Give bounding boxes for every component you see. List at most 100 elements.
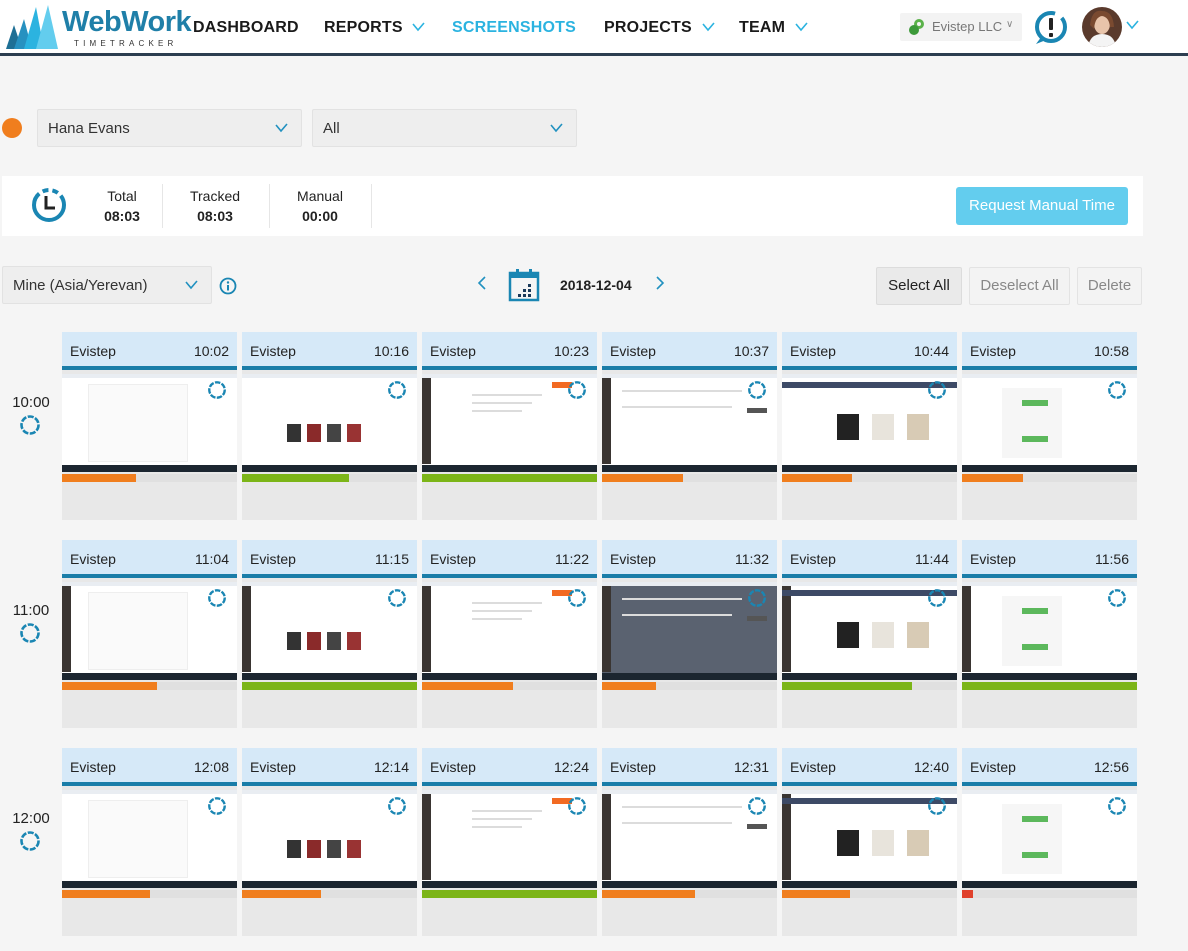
activity-bar bbox=[422, 474, 597, 482]
deselect-all-button[interactable]: Deselect All bbox=[969, 267, 1070, 305]
screenshot-card[interactable]: Evistep 12:08 bbox=[62, 748, 237, 936]
screenshot-thumbnail[interactable] bbox=[962, 790, 1137, 888]
company-switcher[interactable]: Evistep LLC ∨ bbox=[900, 13, 1022, 41]
screenshot-card-header: Evistep 10:37 bbox=[602, 332, 777, 370]
activity-bar bbox=[422, 682, 597, 690]
select-all-button[interactable]: Select All bbox=[876, 267, 962, 305]
logo-mark-icon bbox=[6, 5, 58, 49]
screenshot-thumbnail[interactable] bbox=[242, 374, 417, 472]
thumbnail-browser-tabs bbox=[62, 790, 237, 794]
notification-alert-icon[interactable] bbox=[1032, 10, 1068, 46]
activity-bar bbox=[242, 682, 417, 690]
screenshot-card[interactable]: Evistep 12:40 bbox=[782, 748, 957, 936]
logo-title: WebWork bbox=[62, 6, 192, 38]
screenshot-time: 10:44 bbox=[913, 343, 949, 359]
thumbnail-browser-tabs bbox=[422, 790, 597, 794]
top-navbar: WebWork TIMETRACKER DASHBOARD REPORTS SC… bbox=[0, 0, 1188, 56]
chevron-down-icon: ∨ bbox=[1006, 19, 1014, 30]
screenshot-card[interactable]: Evistep 11:22 bbox=[422, 540, 597, 728]
nav-reports[interactable]: REPORTS bbox=[324, 19, 426, 37]
screenshot-card[interactable]: Evistep 10:02 bbox=[62, 332, 237, 520]
divider bbox=[162, 184, 163, 228]
screenshot-thumbnail[interactable] bbox=[602, 582, 777, 680]
screenshot-thumbnail[interactable] bbox=[62, 790, 237, 888]
screenshot-thumbnail[interactable] bbox=[602, 374, 777, 472]
screenshot-thumbnail[interactable] bbox=[242, 582, 417, 680]
request-manual-time-button[interactable]: Request Manual Time bbox=[956, 187, 1128, 225]
screenshot-thumbnail[interactable] bbox=[422, 582, 597, 680]
activity-bar-fill bbox=[422, 890, 597, 898]
info-icon[interactable] bbox=[219, 277, 237, 295]
current-date[interactable]: 2018-12-04 bbox=[560, 277, 632, 293]
screenshot-card[interactable]: Evistep 11:44 bbox=[782, 540, 957, 728]
screenshot-card[interactable]: Evistep 11:15 bbox=[242, 540, 417, 728]
screenshot-thumbnail[interactable] bbox=[422, 374, 597, 472]
screenshot-thumbnail[interactable] bbox=[602, 790, 777, 888]
thumbnail-taskbar bbox=[62, 673, 237, 680]
activity-bar bbox=[62, 890, 237, 898]
screenshot-card[interactable]: Evistep 10:23 bbox=[422, 332, 597, 520]
chevron-down-icon[interactable] bbox=[1126, 20, 1140, 30]
thumbnail-browser-tabs bbox=[962, 582, 1137, 586]
screenshot-card-header: Evistep 11:15 bbox=[242, 540, 417, 578]
chevron-down-icon bbox=[185, 280, 198, 290]
user-select[interactable]: Hana Evans bbox=[37, 109, 302, 147]
screenshot-thumbnail[interactable] bbox=[962, 582, 1137, 680]
next-date-arrow-icon[interactable] bbox=[654, 274, 666, 292]
nav-team-label: TEAM bbox=[739, 19, 786, 36]
nav-dashboard[interactable]: DASHBOARD bbox=[193, 19, 299, 37]
nav-projects[interactable]: PROJECTS bbox=[604, 19, 716, 37]
screenshot-thumbnail[interactable] bbox=[782, 790, 957, 888]
thumbnail-sidebar bbox=[602, 378, 611, 464]
screenshot-thumbnail[interactable] bbox=[782, 582, 957, 680]
screenshot-project: Evistep bbox=[790, 551, 836, 567]
screenshot-project: Evistep bbox=[610, 759, 656, 775]
screenshot-card[interactable]: Evistep 10:37 bbox=[602, 332, 777, 520]
delete-button[interactable]: Delete bbox=[1077, 267, 1142, 305]
screenshot-thumbnail[interactable] bbox=[422, 790, 597, 888]
project-select[interactable]: All bbox=[312, 109, 577, 147]
user-avatar[interactable] bbox=[1082, 7, 1122, 47]
activity-bar-fill bbox=[962, 890, 973, 898]
screenshot-time: 10:23 bbox=[553, 343, 589, 359]
screenshot-card[interactable]: Evistep 10:58 bbox=[962, 332, 1137, 520]
screenshot-project: Evistep bbox=[250, 343, 296, 359]
screenshot-card[interactable]: Evistep 12:31 bbox=[602, 748, 777, 936]
screenshot-thumbnail[interactable] bbox=[782, 374, 957, 472]
activity-bar-fill bbox=[962, 474, 1024, 482]
webwork-logo[interactable]: WebWork TIMETRACKER bbox=[4, 3, 192, 51]
thumbnail-browser-tabs bbox=[602, 790, 777, 794]
nav-screenshots[interactable]: SCREENSHOTS bbox=[452, 19, 576, 37]
calendar-icon[interactable] bbox=[508, 268, 540, 302]
previous-date-arrow-icon[interactable] bbox=[476, 274, 488, 292]
screenshot-thumbnail[interactable] bbox=[62, 582, 237, 680]
thumbnail-taskbar bbox=[242, 465, 417, 472]
screenshot-thumbnail[interactable] bbox=[62, 374, 237, 472]
screenshot-activity-ring-icon bbox=[928, 797, 946, 815]
screenshot-card[interactable]: Evistep 11:56 bbox=[962, 540, 1137, 728]
screenshot-card[interactable]: Evistep 11:32 bbox=[602, 540, 777, 728]
screenshot-card[interactable]: Evistep 11:04 bbox=[62, 540, 237, 728]
screenshot-card[interactable]: Evistep 12:56 bbox=[962, 748, 1137, 936]
activity-bar bbox=[782, 682, 957, 690]
stat-tracked-label: Tracked bbox=[189, 188, 241, 204]
screenshot-thumbnail[interactable] bbox=[962, 374, 1137, 472]
screenshot-project: Evistep bbox=[970, 551, 1016, 567]
thumbnail-taskbar bbox=[422, 673, 597, 680]
screenshot-card[interactable]: Evistep 10:16 bbox=[242, 332, 417, 520]
screenshot-activity-ring-icon bbox=[748, 381, 766, 399]
timezone-select[interactable]: Mine (Asia/Yerevan) bbox=[2, 266, 212, 304]
activity-bar bbox=[422, 890, 597, 898]
screenshot-activity-ring-icon bbox=[928, 589, 946, 607]
screenshot-card[interactable]: Evistep 12:14 bbox=[242, 748, 417, 936]
nav-team[interactable]: TEAM bbox=[739, 19, 809, 37]
screenshot-card-header: Evistep 10:58 bbox=[962, 332, 1137, 370]
screenshot-card[interactable]: Evistep 12:24 bbox=[422, 748, 597, 936]
user-status-dot bbox=[2, 118, 22, 138]
thumbnail-browser-tabs bbox=[242, 374, 417, 378]
activity-bar bbox=[782, 890, 957, 898]
screenshot-thumbnail[interactable] bbox=[242, 790, 417, 888]
screenshot-card[interactable]: Evistep 10:44 bbox=[782, 332, 957, 520]
screenshot-time: 12:08 bbox=[193, 759, 229, 775]
stat-total-value: 08:03 bbox=[104, 208, 140, 224]
